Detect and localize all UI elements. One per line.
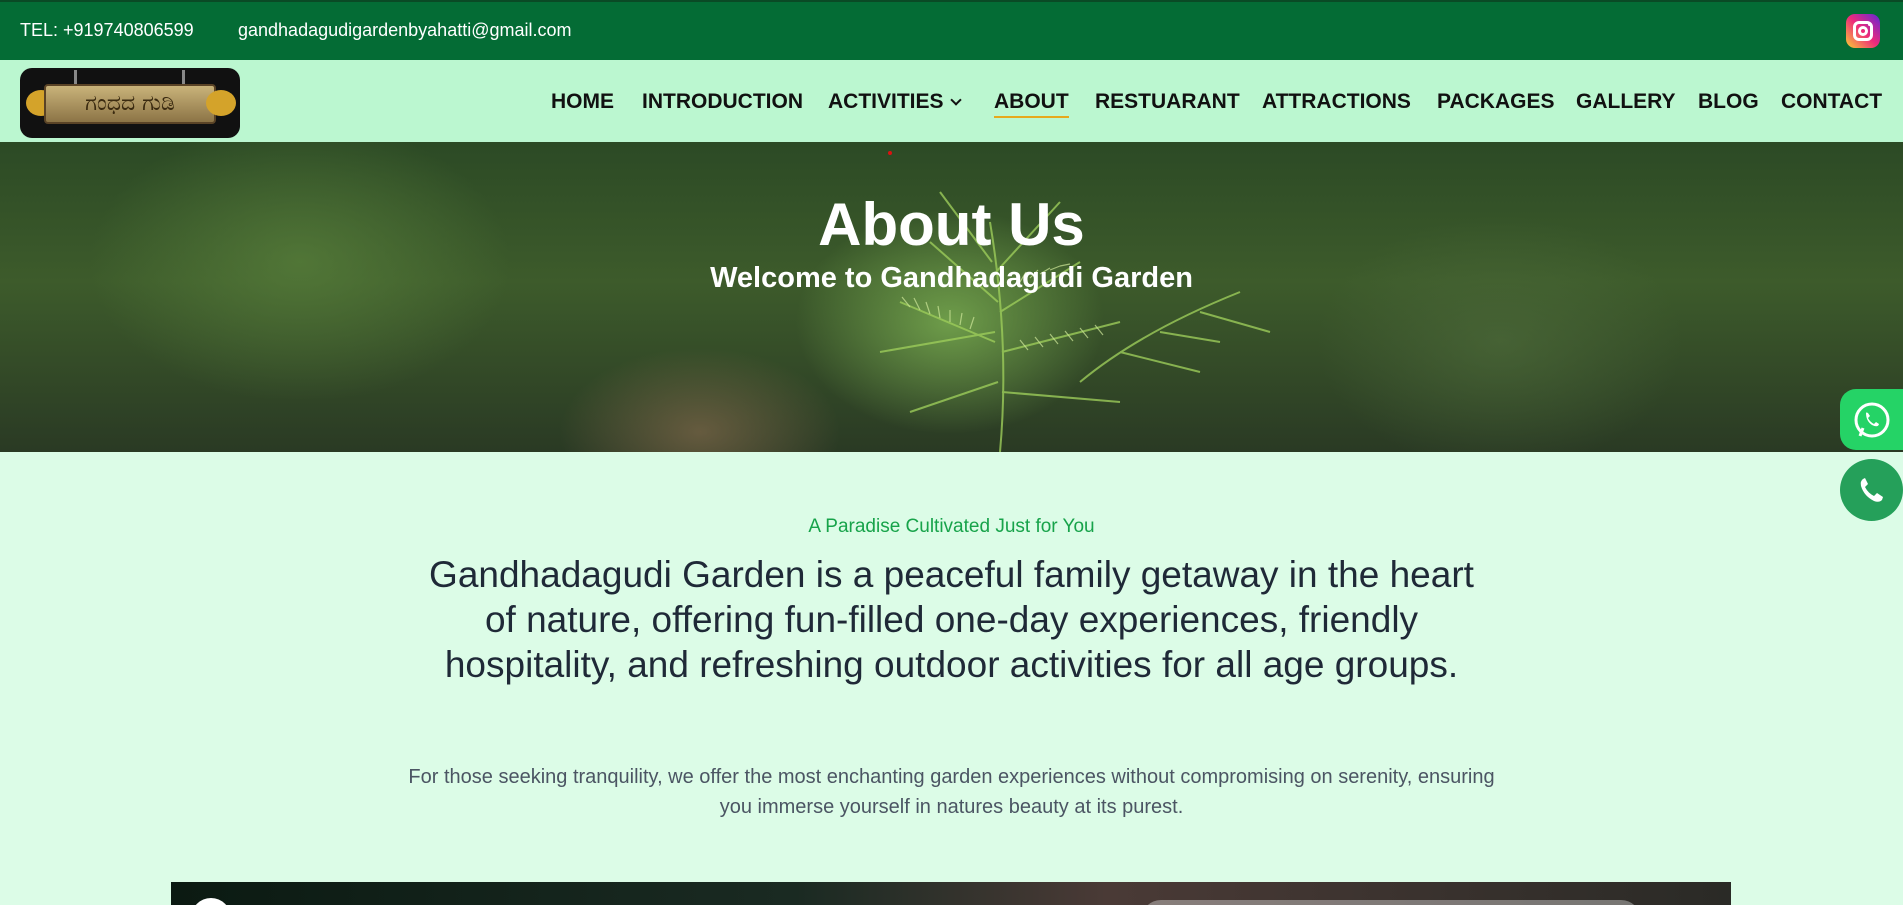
- chevron-down-icon: [949, 94, 962, 106]
- section-lead: Gandhadagudi Garden is a peaceful family…: [429, 554, 1474, 685]
- section-eyebrow: A Paradise Cultivated Just for You: [808, 516, 1095, 537]
- nav-item-contact[interactable]: CONTACT: [1781, 90, 1882, 114]
- nav-item-restuarant[interactable]: RESTUARANT: [1095, 90, 1240, 114]
- nav-item-attractions[interactable]: ATTRACTIONS: [1262, 90, 1411, 114]
- logo-ornament-right-icon: [206, 90, 236, 116]
- video-player[interactable]: [171, 882, 1731, 905]
- site-logo[interactable]: ಗಂಧದ ಗುಡಿ: [20, 68, 240, 138]
- instagram-icon[interactable]: [1846, 14, 1880, 48]
- email-address[interactable]: gandhadagudigardenbyahatti@gmail.com: [238, 20, 572, 41]
- page-title: About Us: [818, 191, 1085, 258]
- nav-item-activities-label: ACTIVITIES: [828, 90, 944, 113]
- section-body: For those seeking tranquility, we offer …: [408, 766, 1495, 818]
- main-navbar: ಗಂಧದ ಗುಡಿ HOME INTRODUCTION ACTIVITIES A…: [0, 60, 1903, 142]
- phone-number[interactable]: TEL: +919740806599: [20, 20, 194, 41]
- page-subtitle: Welcome to Gandhadagudi Garden: [710, 262, 1193, 294]
- nav-item-introduction[interactable]: INTRODUCTION: [642, 90, 803, 114]
- about-section: A Paradise Cultivated Just for You Gandh…: [0, 452, 1903, 905]
- top-contact-bar: TEL: +919740806599 gandhadagudigardenbya…: [0, 0, 1903, 60]
- play-button-icon[interactable]: [191, 898, 231, 905]
- hero-dot: [888, 151, 892, 155]
- phone-icon[interactable]: [1840, 459, 1903, 521]
- nav-item-gallery[interactable]: GALLERY: [1576, 90, 1676, 114]
- hero-banner: About Us Welcome to Gandhadagudi Garden: [0, 142, 1903, 452]
- whatsapp-icon[interactable]: [1840, 389, 1903, 450]
- nav-item-about[interactable]: ABOUT: [994, 90, 1069, 118]
- nav-item-activities[interactable]: ACTIVITIES: [828, 90, 962, 114]
- nav-item-packages[interactable]: PACKAGES: [1437, 90, 1554, 114]
- nav-item-blog[interactable]: BLOG: [1698, 90, 1759, 114]
- nav-item-home[interactable]: HOME: [551, 90, 614, 114]
- video-controls[interactable]: [1141, 900, 1641, 905]
- logo-text: ಗಂಧದ ಗುಡಿ: [44, 84, 216, 124]
